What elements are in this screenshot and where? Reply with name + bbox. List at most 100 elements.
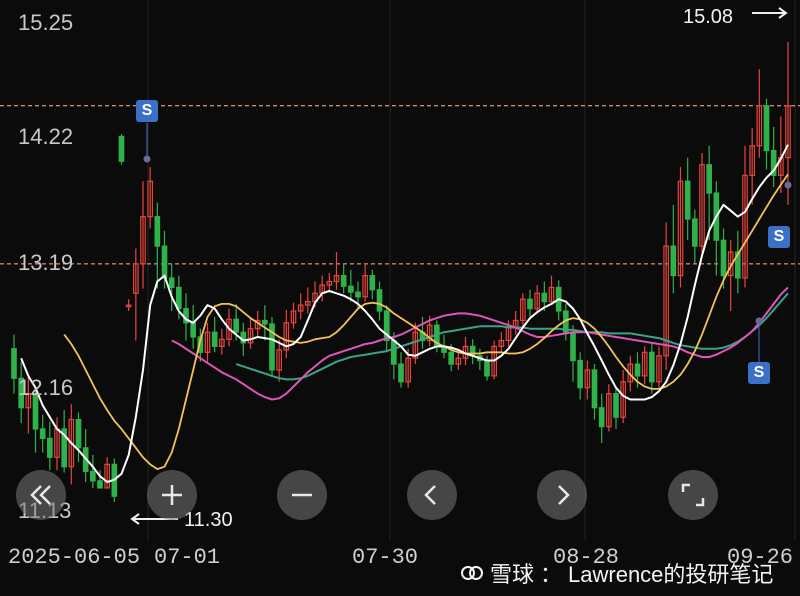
moving-averages [20, 123, 792, 483]
chevron-right-icon [558, 485, 570, 505]
candle-body [75, 418, 82, 449]
candle-body [369, 275, 376, 291]
candle [326, 273, 333, 293]
candle [168, 263, 175, 312]
sell-marker-icon[interactable]: S [136, 100, 158, 122]
candle [104, 457, 110, 489]
candle [75, 412, 82, 462]
scroll-left-button[interactable] [407, 470, 457, 520]
candle [297, 293, 304, 320]
low-value-label: 11.30 [184, 509, 233, 531]
candle-body [692, 218, 698, 247]
candle [340, 263, 347, 294]
candle [333, 252, 340, 290]
candle [613, 387, 619, 429]
x-tick-label: 07-30 [352, 545, 419, 570]
candle-body [47, 437, 53, 458]
zoom-out-button[interactable] [277, 470, 327, 520]
candle-body [39, 428, 46, 440]
candle-body [154, 216, 161, 247]
candle-body [634, 363, 641, 377]
candle-body [448, 351, 454, 365]
candle-body [376, 289, 383, 312]
candle-body [391, 339, 397, 365]
sell-marker-icon[interactable]: S [748, 362, 770, 384]
candle-body [649, 351, 655, 383]
candle [319, 275, 325, 302]
candle [527, 289, 533, 317]
candle [469, 339, 476, 365]
candle-body [233, 318, 239, 333]
candle-body [541, 292, 548, 303]
candle [584, 360, 591, 400]
candle-body [484, 359, 490, 377]
candle [498, 332, 505, 353]
candle-body [570, 331, 576, 362]
watermark-brand: 雪球 [490, 562, 535, 587]
candle-body [720, 239, 727, 277]
candle [61, 410, 67, 473]
candle-body [176, 286, 182, 310]
candle [763, 98, 770, 170]
candle [90, 454, 96, 488]
candle-body [348, 285, 354, 293]
candle [269, 316, 275, 378]
ma-pink-line [171, 286, 789, 401]
candle [641, 346, 648, 385]
zoom-in-button[interactable] [147, 470, 197, 520]
candle [462, 336, 469, 366]
candle-body [118, 135, 125, 162]
candle [570, 325, 576, 382]
candle [520, 293, 526, 329]
candle [348, 269, 354, 302]
candle [383, 305, 390, 353]
candle [398, 352, 404, 388]
y-tick-label: 14.22 [18, 124, 74, 149]
candle-body [577, 359, 583, 389]
candle [376, 281, 383, 321]
candle [677, 167, 684, 288]
sell-marker-icon[interactable]: S [768, 226, 790, 248]
candle-body [90, 470, 96, 482]
candle-body [613, 392, 619, 418]
double-chevron-left-icon [30, 485, 51, 505]
scroll-left-fast-button[interactable] [16, 470, 66, 520]
candle [770, 126, 777, 188]
candle-body [161, 245, 168, 279]
fullscreen-button[interactable] [668, 470, 718, 520]
candle-body [262, 319, 268, 325]
candle [699, 152, 705, 258]
candle [598, 393, 605, 444]
high-arrow-icon [752, 7, 788, 19]
sell-dot [784, 181, 792, 189]
ma-green-line [235, 292, 789, 381]
scroll-right-button[interactable] [537, 470, 587, 520]
candle [713, 181, 720, 276]
minus-icon [292, 493, 312, 497]
y-tick-label: 13.19 [18, 250, 74, 275]
candle-body [763, 105, 770, 152]
candle-body [168, 277, 175, 289]
high-value-label: 15.08 [683, 6, 734, 28]
candle [147, 167, 153, 229]
candle [512, 311, 519, 335]
candle [211, 316, 218, 353]
candle [548, 275, 555, 306]
x-tick-label: 2025-06-05 [8, 545, 141, 570]
candle [742, 145, 748, 288]
candle [190, 305, 196, 349]
candle-body [706, 164, 712, 194]
candle [283, 309, 290, 359]
candle [154, 202, 161, 289]
candle [692, 209, 698, 264]
candle [785, 42, 791, 205]
candle-body [670, 245, 677, 277]
candle-body [97, 480, 103, 489]
candle [362, 263, 368, 302]
candle [649, 344, 655, 394]
candle [11, 334, 17, 394]
candle-body [211, 331, 218, 347]
watermark-separator: ： [540, 562, 563, 587]
candle [749, 128, 755, 205]
candle-body [398, 363, 404, 383]
